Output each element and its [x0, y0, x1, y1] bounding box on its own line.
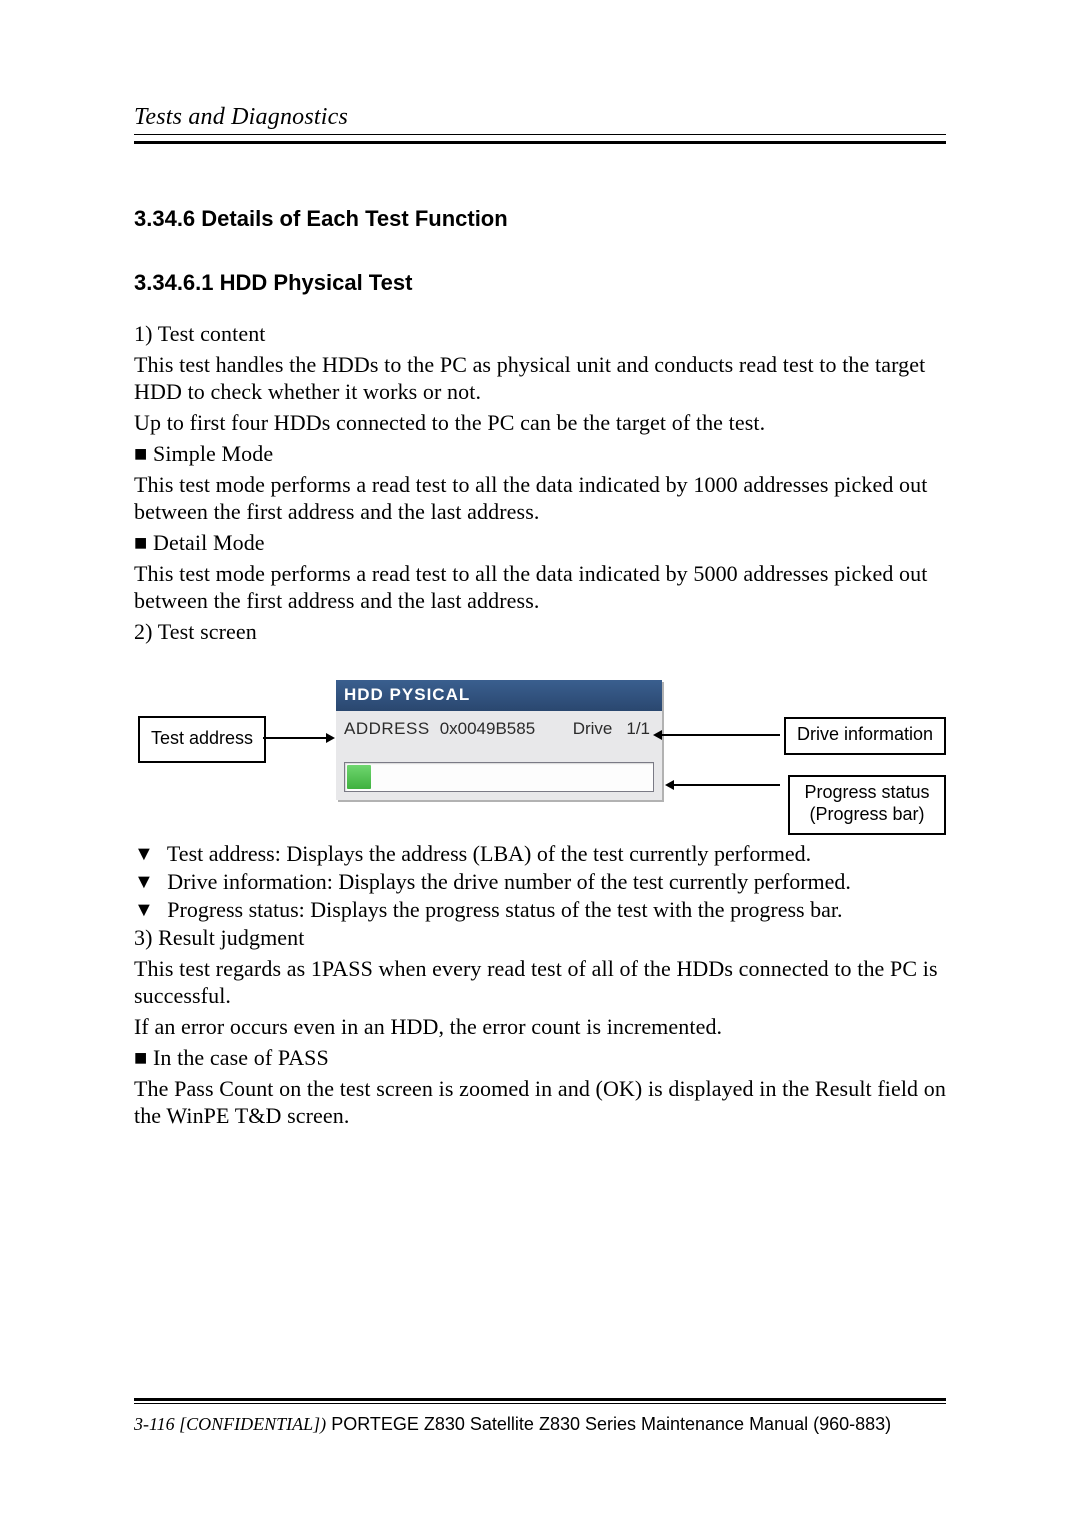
- footer-text: 3-116 [CONFIDENTIAL]) PORTEGE Z830 Satel…: [134, 1414, 946, 1435]
- hdd-test-screen-diagram: Test address HDD PYSICAL ADDRESS 0x0049B…: [134, 680, 946, 840]
- panel-info-row: ADDRESS 0x0049B585 Drive 1/1: [336, 711, 662, 739]
- paragraph: This test handles the HDDs to the PC as …: [134, 351, 946, 405]
- mode-heading: ■ In the case of PASS: [134, 1044, 946, 1071]
- mode-heading: ■ Detail Mode: [134, 529, 946, 556]
- drive-label: Drive: [573, 719, 617, 739]
- paragraph: This test mode performs a read test to a…: [134, 471, 946, 525]
- running-header: Tests and Diagnostics: [134, 104, 946, 144]
- list-item: Progress status: Displays the progress s…: [134, 896, 946, 924]
- paragraph: Up to first four HDDs connected to the P…: [134, 409, 946, 436]
- list-item: Drive information: Displays the drive nu…: [134, 868, 946, 896]
- list-item: Test address: Displays the address (LBA)…: [134, 840, 946, 868]
- heading-level-3: 3.34.6 Details of Each Test Function: [134, 206, 946, 232]
- page-footer: 3-116 [CONFIDENTIAL]) PORTEGE Z830 Satel…: [134, 1398, 946, 1435]
- drive-value: 1/1: [626, 719, 654, 739]
- arrow-icon: [655, 734, 780, 736]
- paragraph: 1) Test content: [134, 320, 946, 347]
- callout-line-2: (Progress bar): [809, 804, 924, 824]
- heading-level-4: 3.34.6.1 HDD Physical Test: [134, 270, 946, 296]
- paragraph: This test mode performs a read test to a…: [134, 560, 946, 614]
- panel-title: HDD PYSICAL: [336, 680, 662, 711]
- progress-bar: [344, 762, 654, 792]
- hdd-physical-panel: HDD PYSICAL ADDRESS 0x0049B585 Drive 1/1: [336, 680, 662, 800]
- footer-rule: [134, 1403, 946, 1404]
- address-label: ADDRESS: [344, 719, 430, 739]
- callout-test-address: Test address: [138, 716, 266, 763]
- footer-page-number: 3-116 [CONFIDENTIAL]): [134, 1414, 326, 1434]
- running-header-text: Tests and Diagnostics: [134, 104, 348, 130]
- paragraph: 2) Test screen: [134, 618, 946, 645]
- callout-progress-status: Progress status (Progress bar): [788, 775, 946, 835]
- bullet-list: Test address: Displays the address (LBA)…: [134, 840, 946, 924]
- paragraph: The Pass Count on the test screen is zoo…: [134, 1075, 946, 1129]
- mode-heading: ■ Simple Mode: [134, 440, 946, 467]
- paragraph: If an error occurs even in an HDD, the e…: [134, 1013, 946, 1040]
- callout-line-1: Progress status: [804, 782, 929, 802]
- callout-drive-information: Drive information: [784, 717, 946, 755]
- header-rule: [134, 134, 946, 135]
- paragraph: 3) Result judgment: [134, 924, 946, 951]
- arrow-icon: [667, 784, 780, 786]
- arrow-icon: [263, 737, 333, 739]
- footer-manual-title: PORTEGE Z830 Satellite Z830 Series Maint…: [326, 1414, 891, 1434]
- progress-bar-fill: [347, 765, 371, 789]
- address-value: 0x0049B585: [440, 719, 535, 739]
- paragraph: This test regards as 1PASS when every re…: [134, 955, 946, 1009]
